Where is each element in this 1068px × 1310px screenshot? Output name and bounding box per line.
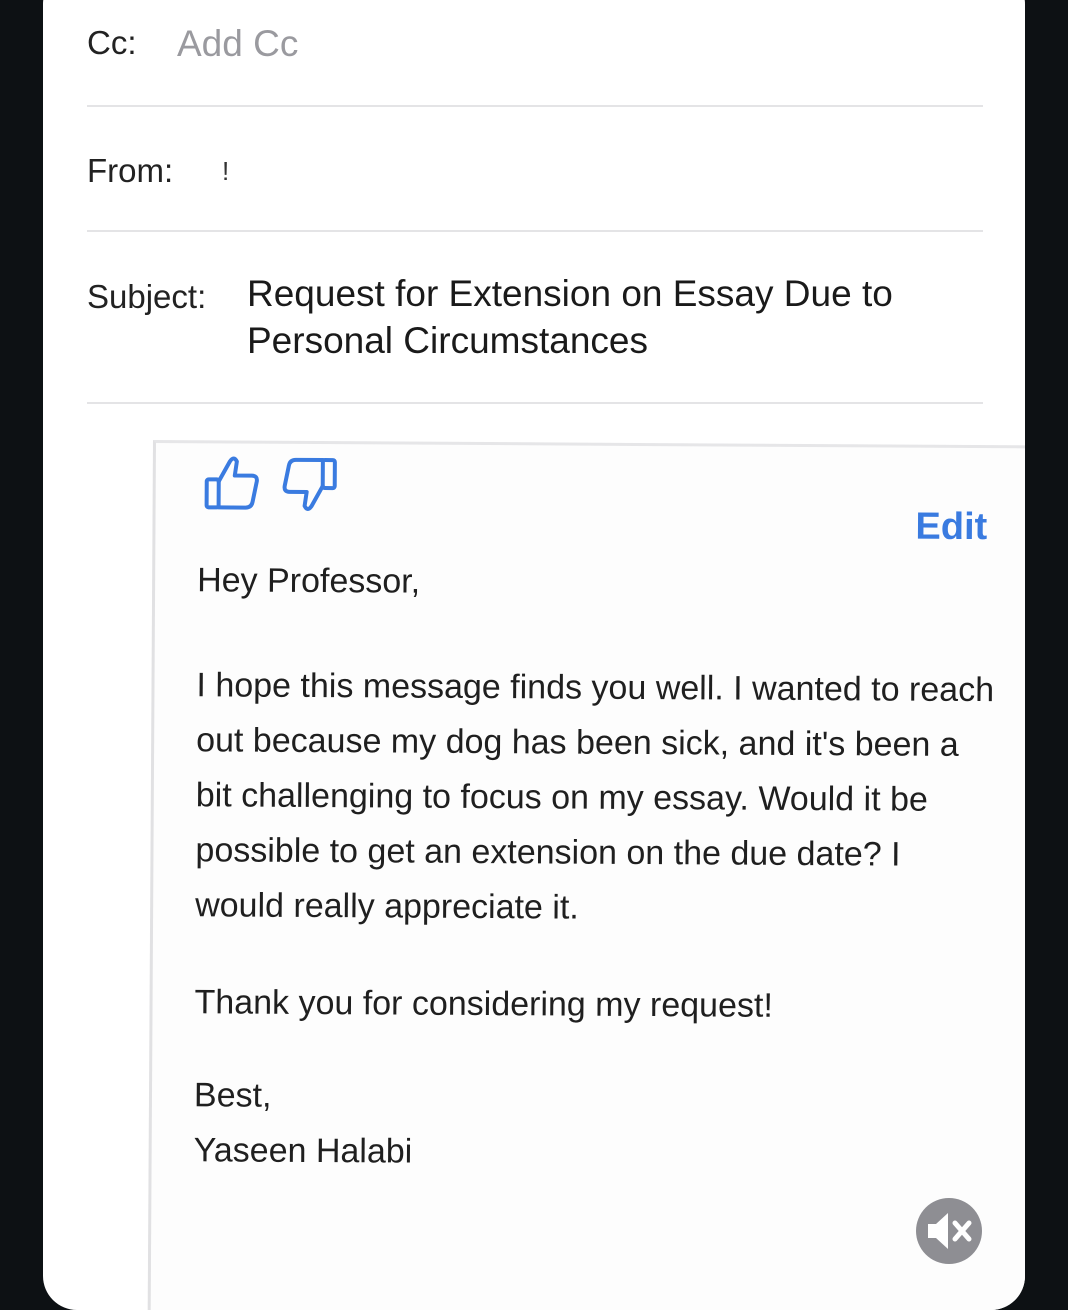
- thumbs-up-icon[interactable]: [202, 453, 262, 513]
- greeting-text: Hey Professor,: [197, 561, 421, 601]
- closing-paragraph: Thank you for considering my request!: [194, 983, 773, 1025]
- subject-field[interactable]: Request for Extension on Essay Due to Pe…: [247, 270, 967, 364]
- divider: [87, 105, 983, 107]
- speaker-muted-icon: [928, 1213, 972, 1249]
- mute-button[interactable]: [916, 1198, 982, 1264]
- mail-compose-screen: Cc: Add Cc From: ! Subject: Request for …: [43, 0, 1025, 1310]
- subject-label: Subject:: [87, 278, 207, 315]
- thumbs-down-icon[interactable]: [280, 454, 340, 514]
- divider: [87, 402, 983, 404]
- cc-input[interactable]: Add Cc: [177, 20, 298, 67]
- cc-row[interactable]: Cc: Add Cc: [87, 20, 983, 70]
- divider: [87, 230, 983, 232]
- signoff-text: Best,: [193, 1076, 272, 1115]
- edit-button[interactable]: Edit: [915, 506, 987, 549]
- from-value[interactable]: !: [222, 156, 229, 187]
- subject-row[interactable]: Subject: Request for Extension on Essay …: [87, 270, 983, 370]
- signature-text: Yaseen Halabi: [193, 1131, 413, 1171]
- body-paragraph: I hope this message finds you well. I wa…: [195, 666, 1004, 927]
- suggestion-card: Edit Hey Professor, I hope this message …: [147, 440, 1025, 1310]
- cc-label: Cc:: [87, 24, 137, 61]
- from-row[interactable]: From: !: [87, 150, 983, 200]
- from-label: From:: [87, 152, 174, 189]
